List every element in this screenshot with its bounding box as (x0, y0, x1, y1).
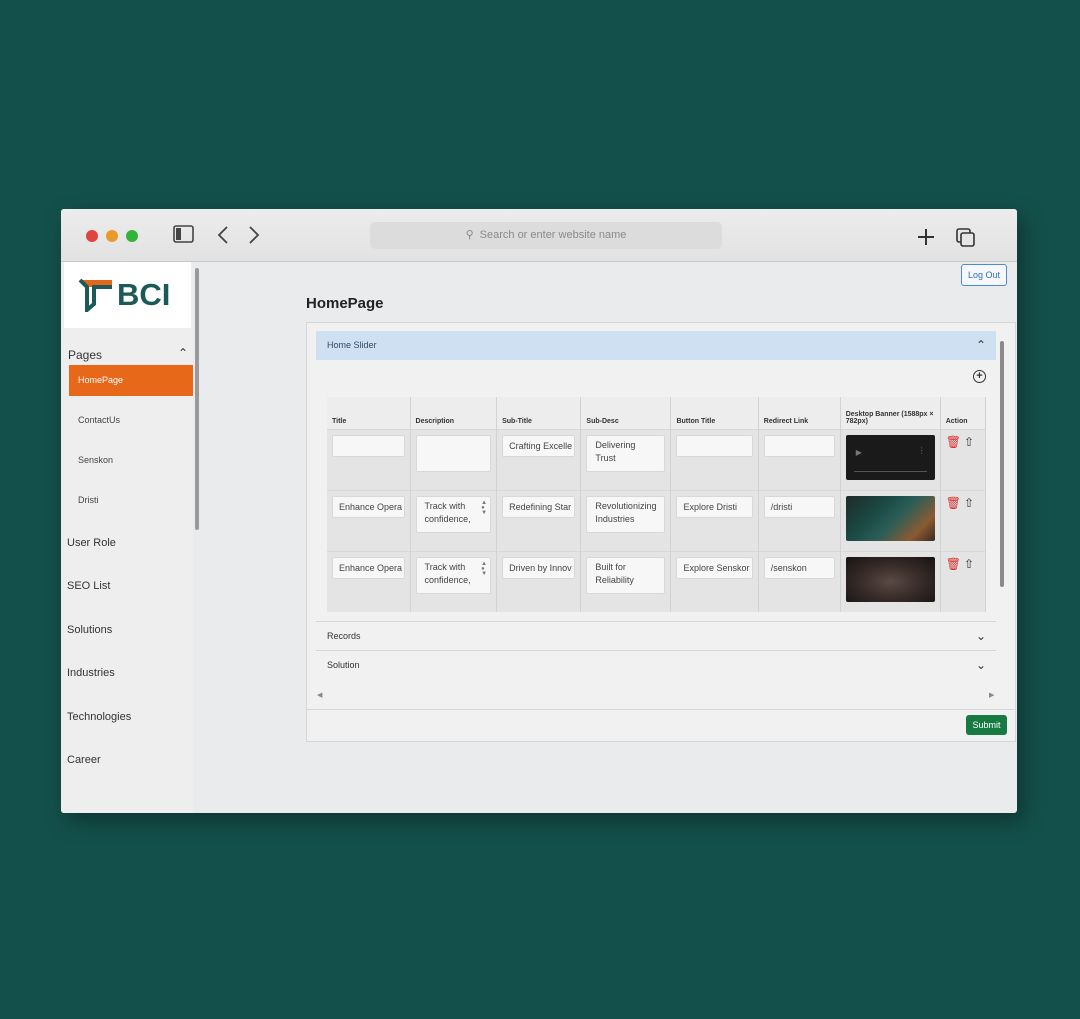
subtitle-input[interactable]: Driven by Innov (502, 557, 576, 579)
address-placeholder: Search or enter website name (479, 229, 627, 241)
home-slider-title: Home Slider (327, 340, 377, 350)
browser-window: ⚲ Search or enter website name BCI Pages … (61, 209, 1017, 813)
sidebar-item-homepage[interactable]: HomePage (69, 365, 193, 396)
title-input[interactable]: Enhance Opera (332, 557, 405, 579)
sidebar-item-career[interactable]: Career (67, 754, 101, 766)
search-icon: ⚲ (465, 229, 474, 241)
scroll-left-icon[interactable]: ◀ (317, 691, 322, 699)
content-panel: Home Slider ⌃ + Title Description Sub-Ti… (306, 322, 1016, 742)
column-header: Redirect Link (758, 397, 841, 430)
sidebar-scrollbar[interactable] (195, 268, 199, 530)
title-input[interactable]: Enhance Opera (332, 496, 405, 518)
panel-footer: Submit (307, 709, 1015, 742)
sidebar: BCI Pages ⌃ HomePage ContactUs Senskon D… (61, 262, 193, 813)
column-header: Title (327, 397, 411, 430)
sidebar-item-dristi[interactable]: Dristi (69, 485, 193, 516)
address-bar[interactable]: ⚲ Search or enter website name (370, 222, 722, 249)
sidebar-item-industries[interactable]: Industries (67, 667, 115, 679)
title-input[interactable] (332, 435, 405, 457)
redirect-link-input[interactable] (763, 435, 835, 457)
pages-group-toggle[interactable]: Pages ⌃ (68, 346, 190, 366)
add-row-icon[interactable]: + (973, 370, 986, 383)
resize-stepper-icon: ▲ ● ▼ (481, 500, 488, 516)
logo-text: BCI (117, 277, 171, 312)
pages-label: Pages (68, 348, 103, 362)
column-header: Action (940, 397, 987, 430)
back-icon[interactable] (217, 225, 229, 250)
forward-icon[interactable] (248, 225, 260, 250)
sidebar-item-user-role[interactable]: User Role (67, 537, 116, 549)
slider-table: Title Description Sub-Title Sub-Desc But… (327, 397, 987, 612)
delete-icon[interactable]: 🗑 (946, 557, 961, 571)
description-input[interactable]: Track with confidence, ▲ ● ▼ (415, 557, 492, 594)
subdesc-input[interactable]: Revolutionizing Industries (586, 496, 666, 533)
chevron-down-icon: ⌄ (975, 658, 986, 672)
banner-image-preview[interactable] (845, 557, 935, 602)
page-title: HomePage (306, 295, 384, 312)
subtitle-input[interactable]: Crafting Excelle (502, 435, 576, 457)
panel-scrollbar[interactable] (1000, 341, 1004, 587)
redirect-link-input[interactable]: /dristi (763, 496, 835, 518)
button-title-input[interactable]: Explore Dristi (676, 496, 753, 518)
subdesc-input[interactable]: Built for Reliability (586, 557, 666, 594)
browser-toolbar: ⚲ Search or enter website name (61, 209, 1017, 262)
banner-video-preview[interactable]: ▶ ⋮ (845, 435, 935, 480)
table-row: Enhance Opera Track with confidence, ▲ ● ▼ … (327, 490, 987, 552)
button-title-input[interactable]: Explore Senskor (676, 557, 753, 579)
logo-mark-icon (78, 278, 112, 312)
sidebar-item-seo-list[interactable]: SEO List (67, 580, 110, 592)
upload-icon[interactable]: ⇧ (964, 557, 974, 571)
column-header: Sub-Desc (580, 397, 672, 430)
sidebar-toggle-icon[interactable] (173, 225, 194, 248)
maximize-window-button[interactable] (126, 230, 138, 242)
description-input[interactable] (415, 435, 492, 472)
scroll-right-icon[interactable]: ▶ (989, 691, 994, 699)
column-header: Desktop Banner (1588px × 782px) (840, 397, 941, 430)
more-icon[interactable]: ⋮ (918, 446, 926, 455)
chevron-up-icon: ⌃ (975, 338, 986, 352)
banner-image-preview[interactable] (845, 496, 935, 541)
sidebar-item-senskon[interactable]: Senskon (69, 445, 193, 476)
play-icon[interactable]: ▶ (856, 448, 862, 457)
column-header: Button Title (670, 397, 759, 430)
video-progress-bar[interactable] (853, 471, 927, 472)
description-input[interactable]: Track with confidence, ▲ ● ▼ (415, 496, 492, 533)
records-title: Records (327, 631, 361, 641)
column-header: Description (410, 397, 498, 430)
sidebar-item-technologies[interactable]: Technologies (67, 711, 131, 723)
tabs-overview-icon[interactable] (956, 228, 976, 253)
minimize-window-button[interactable] (106, 230, 118, 242)
resize-stepper-icon: ▲ ● ▼ (481, 561, 488, 577)
delete-icon[interactable]: 🗑 (946, 496, 961, 510)
close-window-button[interactable] (86, 230, 98, 242)
solution-title: Solution (327, 660, 360, 670)
table-row: Enhance Opera Track with confidence, ▲ ● ▼ … (327, 551, 987, 612)
subdesc-input[interactable]: Delivering Trust (586, 435, 666, 472)
redirect-link-input[interactable]: /senskon (763, 557, 835, 579)
logo: BCI (64, 262, 191, 328)
records-accordion-header[interactable]: Records ⌄ (316, 621, 996, 651)
new-tab-icon[interactable] (916, 227, 936, 252)
delete-icon[interactable]: 🗑 (946, 435, 961, 449)
sidebar-item-contactus[interactable]: ContactUs (69, 405, 193, 436)
chevron-down-icon: ⌄ (975, 629, 986, 643)
solution-accordion-header[interactable]: Solution ⌄ (316, 650, 996, 680)
sidebar-item-solutions[interactable]: Solutions (67, 624, 112, 636)
table-row: Crafting Excelle Delivering Trust ▶ ⋮ 🗑 ⇧ (327, 429, 987, 491)
upload-icon[interactable]: ⇧ (964, 435, 974, 449)
button-title-input[interactable] (676, 435, 753, 457)
logout-button[interactable]: Log Out (961, 264, 1007, 286)
upload-icon[interactable]: ⇧ (964, 496, 974, 510)
home-slider-accordion-header[interactable]: Home Slider ⌃ (316, 331, 996, 360)
column-header: Sub-Title (496, 397, 582, 430)
submit-button[interactable]: Submit (966, 715, 1007, 735)
subtitle-input[interactable]: Redefining Star (502, 496, 576, 518)
chevron-up-icon: ⌃ (177, 346, 188, 360)
